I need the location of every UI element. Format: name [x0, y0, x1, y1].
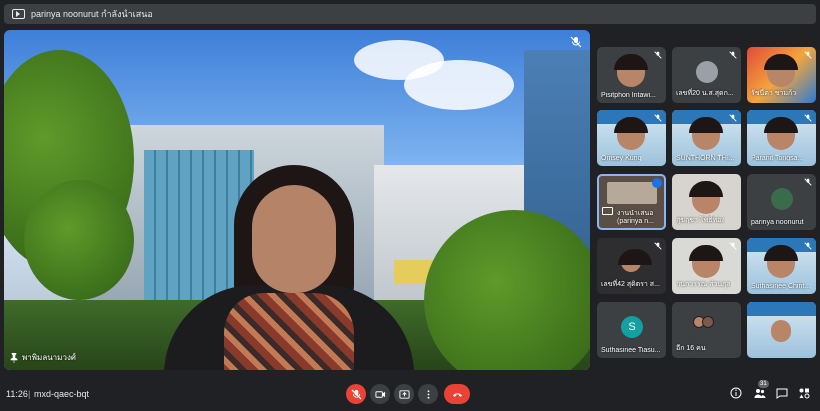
participant-name: สุขฤชา โพธิ์ทอง: [676, 217, 725, 224]
mic-off-icon: [804, 114, 812, 122]
others-tile[interactable]: อีก 16 คน: [672, 302, 741, 358]
control-bar: 11:26 | mxd-qaec-bqt 31: [0, 375, 820, 411]
clock: 11:26: [6, 389, 28, 399]
activities-icon[interactable]: [798, 387, 810, 399]
main-video-stage[interactable]: พาพิมลนามวงศ์: [4, 30, 590, 370]
camera-toggle-button[interactable]: [370, 384, 390, 404]
avatar: [771, 188, 793, 210]
participant-tile[interactable]: เลขที่42 สุดิตรา ส...: [597, 238, 666, 294]
mic-off-icon: [804, 178, 812, 186]
participant-name: กนกวรรณ ส่วนกุล: [676, 281, 731, 288]
participant-tile[interactable]: SUNTHORN THI...: [672, 110, 741, 166]
participant-tile[interactable]: Suthasinee Chint...: [747, 238, 816, 294]
mic-off-icon: [729, 242, 737, 250]
others-avatars: [693, 316, 714, 328]
participant-tile[interactable]: parinya noonurut: [747, 174, 816, 230]
presenting-banner[interactable]: parinya noonurut กำลังนำเสนอ: [4, 4, 816, 24]
pinned-label: พาพิมลนามวงศ์: [10, 351, 76, 364]
letter-avatar: S: [621, 316, 643, 338]
mic-off-icon: [654, 114, 662, 122]
mic-off-icon: [729, 114, 737, 122]
mic-off-icon: [654, 242, 662, 250]
participant-tile[interactable]: Pisitphon Intawi...: [597, 47, 666, 103]
participant-tile[interactable]: รัชนี่ตา ชามก้ว: [747, 47, 816, 103]
participant-name: Paranit Tongsa...: [751, 155, 804, 162]
participant-tile[interactable]: เลขที่20 น.ส.สุดก...: [672, 47, 741, 103]
mic-toggle-button[interactable]: [346, 384, 366, 404]
participant-name: เลขที่42 สุดิตรา ส...: [601, 281, 660, 288]
pin-icon: [10, 352, 18, 363]
leave-call-button[interactable]: [444, 384, 470, 404]
mic-off-icon: [350, 388, 362, 400]
participant-name: รัชนี่ตา ชามก้ว: [751, 90, 797, 97]
participants-count-badge: 31: [758, 380, 769, 388]
pinned-participant-name: พาพิมลนามวงศ์: [22, 353, 76, 362]
more-vert-icon: [427, 389, 429, 399]
mic-off-icon: [804, 242, 812, 250]
participant-tile[interactable]: [747, 302, 816, 358]
people-icon[interactable]: [754, 387, 766, 399]
mic-off-icon: [570, 36, 582, 48]
camera-icon: [374, 390, 385, 398]
participant-name: Pisitphon Intawi...: [601, 92, 656, 99]
more-options-button[interactable]: [418, 384, 438, 404]
mic-off-icon: [729, 51, 737, 59]
avatar: [696, 61, 718, 83]
presentation-tile[interactable]: งานนำเสนอ (parinya n...: [597, 174, 666, 230]
foliage: [24, 180, 134, 300]
mic-off-icon: [804, 51, 812, 59]
present-button[interactable]: [394, 384, 414, 404]
presenting-title: parinya noonurut กำลังนำเสนอ: [31, 9, 153, 19]
participant-name: Omsey Kung: [601, 155, 642, 162]
cloud: [404, 60, 514, 110]
participant-name: Suthasinee Tiasu...: [601, 347, 661, 354]
others-count-label: อีก 16 คน: [676, 345, 706, 352]
present-screen-icon: [398, 389, 410, 399]
present-screen-icon: [12, 9, 25, 19]
speaking-indicator-icon: [652, 178, 662, 188]
mic-off-icon: [654, 51, 662, 59]
participant-tile[interactable]: Omsey Kung: [597, 110, 666, 166]
info-icon[interactable]: [730, 387, 742, 399]
participant-tile[interactable]: กนกวรรณ ส่วนกุล: [672, 238, 741, 294]
participant-tile[interactable]: S Suthasinee Tiasu...: [597, 302, 666, 358]
hang-up-icon: [452, 392, 462, 397]
participant-name: เลขที่20 น.ส.สุดก...: [676, 90, 734, 97]
present-screen-icon: [602, 207, 613, 215]
participant-tile[interactable]: Paranit Tongsa...: [747, 110, 816, 166]
speaker-video: [154, 165, 424, 370]
participant-name: งานนำเสนอ (parinya n...: [617, 210, 654, 225]
participant-name: parinya noonurut: [751, 219, 804, 226]
meeting-code[interactable]: mxd-qaec-bqt: [34, 389, 89, 399]
chat-icon[interactable]: [776, 387, 788, 399]
participant-name: Suthasinee Chint...: [751, 283, 811, 290]
participant-name: SUNTHORN THI...: [676, 155, 735, 162]
separator: |: [28, 389, 31, 399]
participant-tile[interactable]: สุขฤชา โพธิ์ทอง: [672, 174, 741, 230]
